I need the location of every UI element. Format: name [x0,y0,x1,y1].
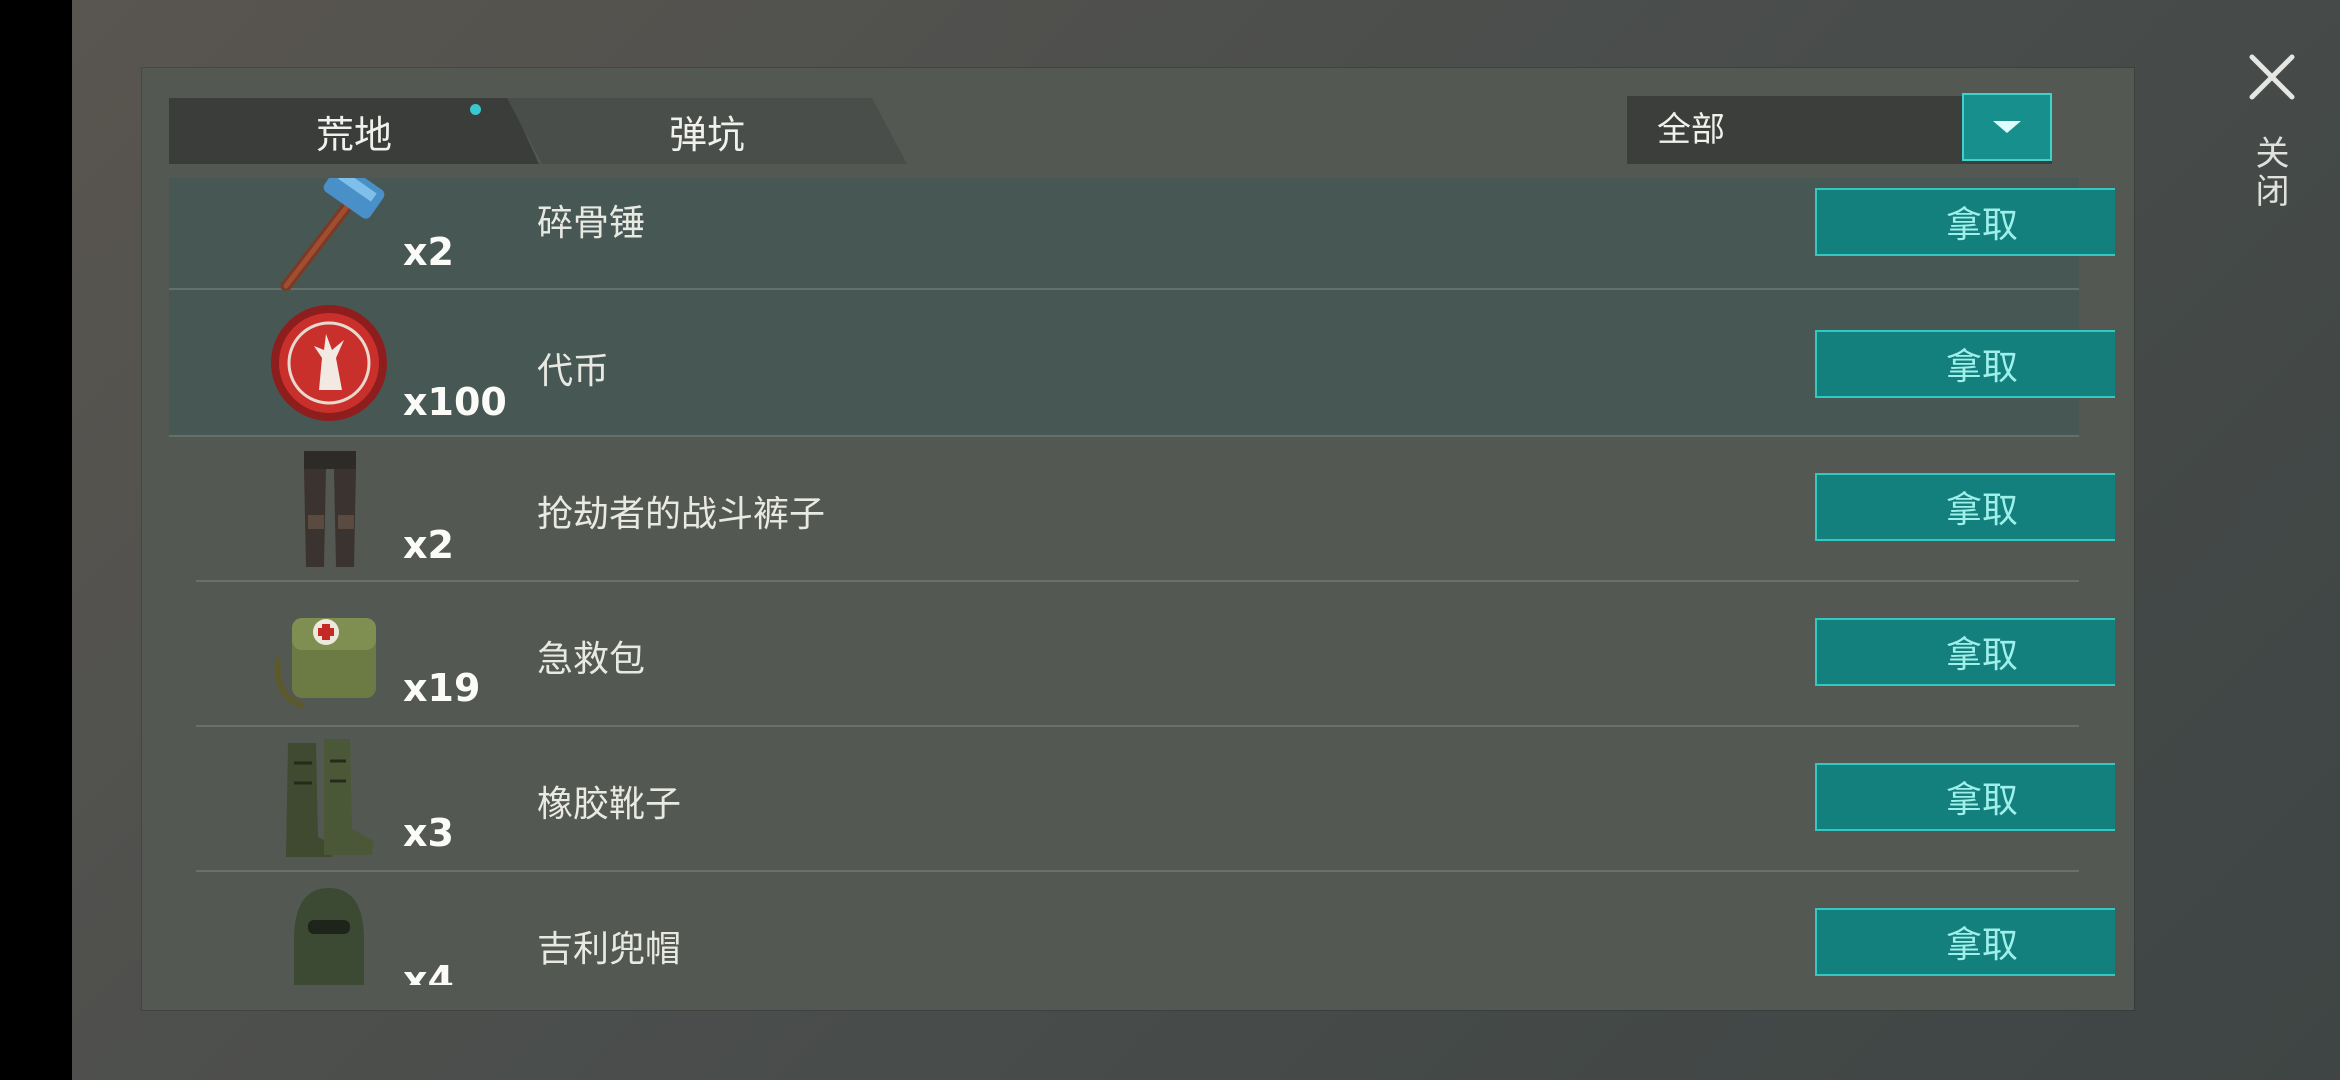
combat-pants-icon [304,451,356,567]
list-item: x4 吉利兜帽 拿取 [196,870,2115,985]
item-quantity: x3 [403,811,454,855]
list-item: x3 橡胶靴子 拿取 [196,725,2115,872]
chevron-down-icon [1993,121,2021,133]
take-button[interactable]: 拿取 [1815,908,2115,976]
list-item: x19 急救包 拿取 [196,580,2115,727]
bottle-cap-token-icon [271,305,387,421]
item-name: 橡胶靴子 [537,784,682,825]
balaclava-icon [294,888,364,985]
hammer-icon [280,178,385,292]
tab-crater-label: 弹坑 [668,112,745,157]
loot-panel: 荒地 弹坑 全部 x2 碎骨锤 拿取 x100 代币 拿取 x2 抢劫者的战斗裤… [142,68,2134,1010]
item-quantity: x2 [403,230,454,274]
first-aid-kit-icon [274,618,376,709]
item-quantity: x4 [403,958,454,985]
category-filter[interactable]: 全部 [1627,93,2052,164]
tab-wasteland[interactable]: 荒地 [169,98,539,164]
item-list[interactable]: x2 碎骨锤 拿取 x100 代币 拿取 x2 抢劫者的战斗裤子 拿取 x19 … [169,178,2115,985]
tab-crater[interactable]: 弹坑 [507,98,907,164]
item-name: 抢劫者的战斗裤子 [537,494,826,535]
item-name: 代币 [537,351,610,392]
tab-wasteland-label: 荒地 [315,112,392,157]
item-name: 吉利兜帽 [537,929,682,970]
item-name: 急救包 [537,639,646,680]
left-black-bar [0,0,72,1080]
take-button[interactable]: 拿取 [1815,618,2115,686]
list-item: x100 代币 拿取 [169,290,2115,437]
item-quantity: x100 [403,380,507,424]
list-item: x2 碎骨锤 拿取 [169,178,2115,292]
close-icon[interactable] [2247,52,2297,102]
take-button[interactable]: 拿取 [1815,763,2115,831]
close-label[interactable]: 关闭 [2249,135,2294,211]
list-item: x2 抢劫者的战斗裤子 拿取 [196,435,2115,582]
filter-selected-value: 全部 [1657,110,1725,150]
filter-dropdown-button[interactable] [1962,93,2052,161]
item-quantity: x19 [403,666,481,710]
take-button[interactable]: 拿取 [1815,188,2115,256]
item-name: 碎骨锤 [537,203,646,244]
rubber-boots-icon [286,739,374,857]
take-button[interactable]: 拿取 [1815,473,2115,541]
take-button[interactable]: 拿取 [1815,330,2115,398]
item-quantity: x2 [403,523,454,567]
tab-notification-dot [470,104,481,115]
